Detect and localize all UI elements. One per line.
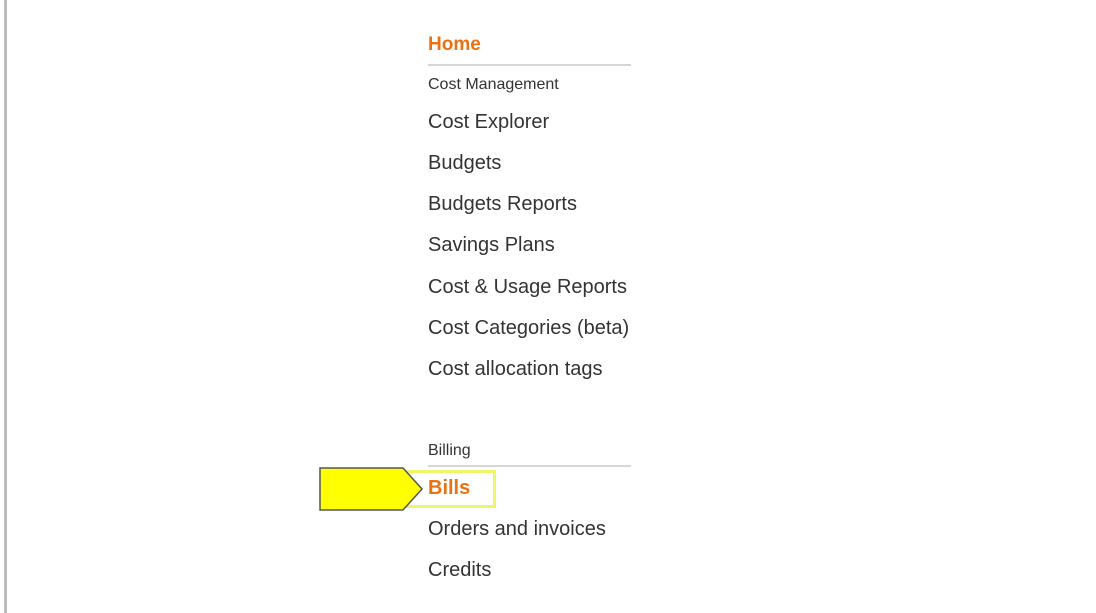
section-label-billing: Billing (428, 442, 471, 459)
nav-home-link[interactable]: Home (428, 34, 481, 56)
nav-item-credits[interactable]: Credits (428, 559, 491, 582)
yellow-arrow-pointer-icon (319, 467, 424, 511)
nav-item-budgets[interactable]: Budgets (428, 152, 501, 175)
left-border (4, 0, 7, 613)
nav-item-cost-usage-reports[interactable]: Cost & Usage Reports (428, 276, 627, 299)
section-label-cost-management: Cost Management (428, 76, 559, 93)
nav-item-budgets-reports[interactable]: Budgets Reports (428, 193, 577, 216)
billing-divider (428, 465, 631, 467)
nav-item-orders-and-invoices[interactable]: Orders and invoices (428, 518, 606, 541)
nav-item-cost-explorer[interactable]: Cost Explorer (428, 111, 549, 134)
nav-item-cost-allocation-tags[interactable]: Cost allocation tags (428, 358, 603, 381)
nav-item-savings-plans[interactable]: Savings Plans (428, 234, 555, 257)
nav-item-cost-categories[interactable]: Cost Categories (beta) (428, 317, 629, 340)
home-divider (428, 64, 631, 66)
